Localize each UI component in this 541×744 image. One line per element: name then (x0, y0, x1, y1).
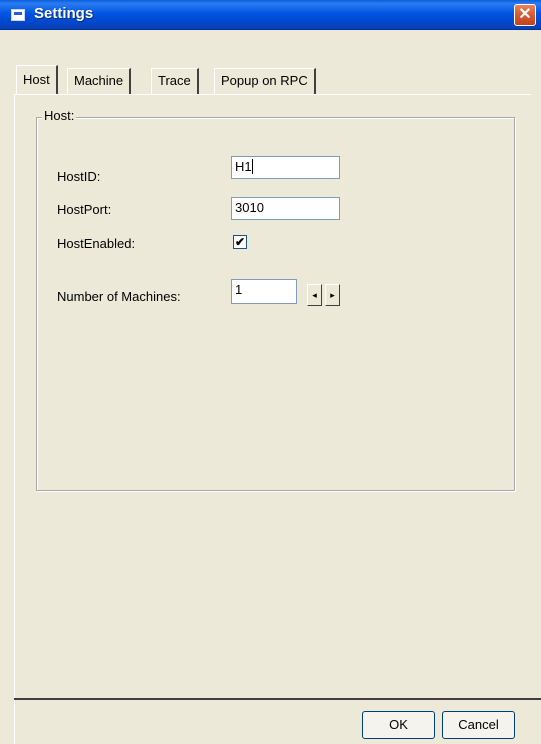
host-enabled-checkbox[interactable]: ✔ (233, 235, 247, 249)
num-machines-label: Number of Machines: (57, 289, 181, 304)
host-id-input[interactable]: H1 (231, 156, 340, 179)
bottom-separator (14, 698, 541, 700)
tab-popup-on-rpc[interactable]: Popup on RPC (214, 68, 316, 94)
host-id-label: HostID: (57, 169, 101, 184)
tab-machine[interactable]: Machine (67, 68, 132, 94)
window-icon (11, 9, 25, 21)
host-port-label: HostPort: (57, 202, 112, 217)
tab-popup-on-rpc-label: Popup on RPC (221, 73, 308, 88)
host-id-value: H1 (235, 159, 252, 174)
arrow-right-icon: ▸ (330, 290, 335, 300)
host-port-value: 3010 (235, 200, 264, 215)
tab-machine-label: Machine (74, 73, 124, 88)
tab-host[interactable]: Host (16, 65, 58, 94)
tab-host-label: Host (23, 72, 50, 87)
cancel-button[interactable]: Cancel (442, 711, 515, 739)
close-icon: ✕ (518, 6, 532, 23)
close-button[interactable]: ✕ (514, 4, 536, 26)
title-bar: Settings ✕ (0, 0, 541, 30)
num-machines-value: 1 (235, 282, 243, 297)
tab-trace-label: Trace (158, 73, 191, 88)
host-port-input[interactable]: 3010 (231, 197, 340, 220)
host-enabled-label: HostEnabled: (57, 236, 136, 251)
host-group-legend: Host: (42, 108, 77, 123)
window-title: Settings (34, 5, 94, 22)
tab-trace[interactable]: Trace (151, 68, 199, 94)
text-caret (251, 159, 253, 174)
arrow-left-icon: ◂ (312, 290, 317, 300)
checkmark-icon: ✔ (234, 235, 246, 249)
spin-left-button[interactable]: ◂ (307, 284, 322, 306)
spin-right-button[interactable]: ▸ (325, 284, 340, 306)
ok-button[interactable]: OK (362, 711, 435, 739)
num-machines-input[interactable]: 1 (231, 279, 297, 304)
